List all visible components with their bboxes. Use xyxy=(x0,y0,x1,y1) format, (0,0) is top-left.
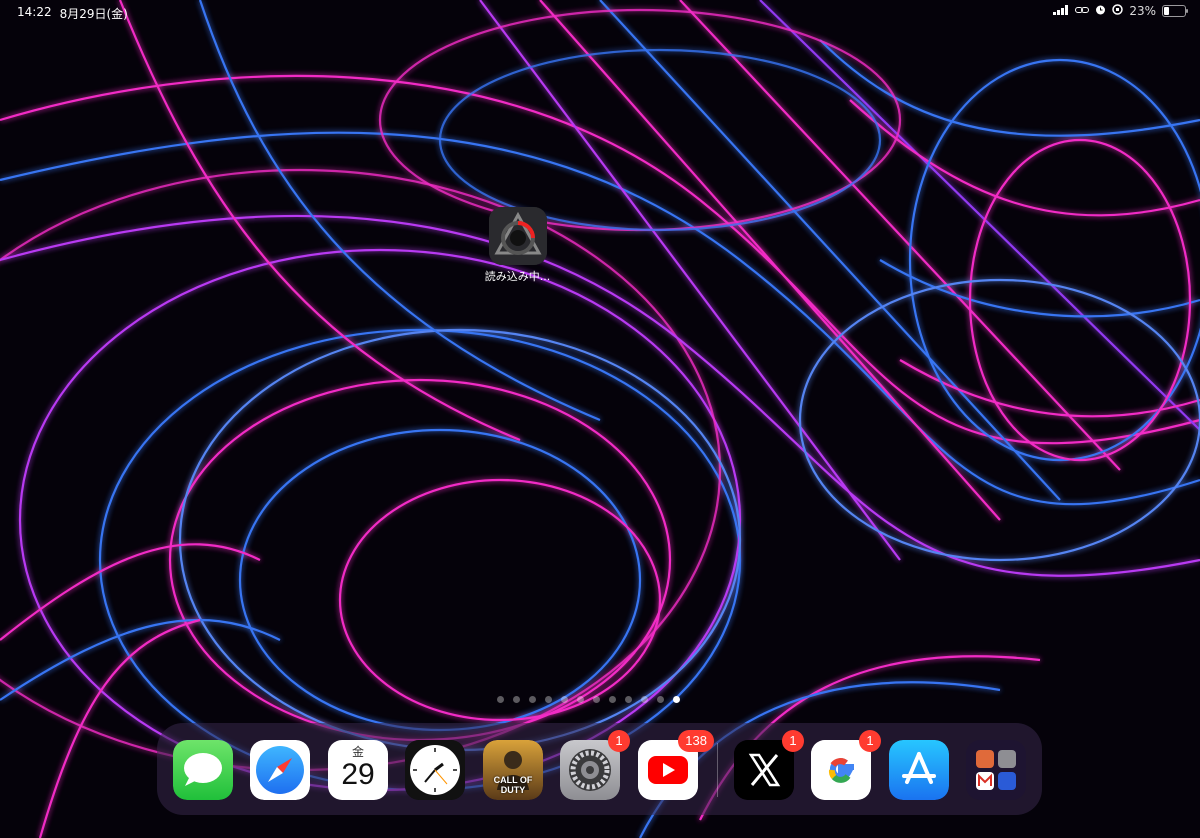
page-dot[interactable] xyxy=(657,696,664,703)
battery-percent: 23% xyxy=(1129,4,1156,18)
link-icon xyxy=(1075,4,1090,18)
call-of-duty-label: CALL OF DUTY xyxy=(493,775,533,795)
app-library-app[interactable] xyxy=(966,740,1026,800)
alarm-icon xyxy=(1095,4,1106,18)
safari-compass-icon xyxy=(250,740,310,800)
page-dot[interactable] xyxy=(513,696,520,703)
page-dot[interactable] xyxy=(641,696,648,703)
dock: 金 29 CALL OF DUTY 1 138 1 1 xyxy=(157,723,1042,815)
loading-app[interactable]: 読み込み中... xyxy=(480,207,555,284)
youtube-badge: 138 xyxy=(678,730,714,752)
clock-app[interactable] xyxy=(405,740,465,800)
page-dot[interactable] xyxy=(625,696,632,703)
cellular-signal-icon xyxy=(1053,4,1069,18)
page-dot[interactable] xyxy=(577,696,584,703)
clock-icon xyxy=(405,740,465,800)
call-of-duty-app[interactable]: CALL OF DUTY xyxy=(483,740,543,800)
messages-icon xyxy=(173,740,233,800)
page-dot[interactable] xyxy=(609,696,616,703)
settings-app[interactable]: 1 xyxy=(560,730,630,800)
game-download-icon xyxy=(488,207,547,265)
x-app[interactable]: 1 xyxy=(734,730,804,800)
status-time: 14:22 xyxy=(17,5,52,19)
page-indicator[interactable] xyxy=(497,696,680,703)
dock-divider xyxy=(717,743,718,797)
status-bar: 14:22 8月29日(金) 23% xyxy=(0,0,1200,24)
page-dot[interactable] xyxy=(673,696,680,703)
page-dot[interactable] xyxy=(497,696,504,703)
page-dot[interactable] xyxy=(529,696,536,703)
google-badge: 1 xyxy=(859,730,881,752)
google-app[interactable]: 1 xyxy=(811,730,881,800)
loading-app-label: 読み込み中... xyxy=(484,270,551,283)
messages-app[interactable] xyxy=(173,740,233,800)
youtube-app[interactable]: 138 xyxy=(638,730,714,800)
neon-wallpaper xyxy=(0,0,1200,838)
status-date: 8月29日(金) xyxy=(59,7,128,21)
battery-icon xyxy=(1162,5,1188,17)
orientation-lock-icon xyxy=(1112,4,1124,18)
safari-app[interactable] xyxy=(250,740,310,800)
page-dot[interactable] xyxy=(561,696,568,703)
x-badge: 1 xyxy=(782,730,804,752)
calendar-app[interactable]: 金 29 xyxy=(328,740,388,800)
page-dot[interactable] xyxy=(593,696,600,703)
calendar-icon: 金 29 xyxy=(328,740,388,800)
calendar-date: 29 xyxy=(341,758,375,791)
page-dot[interactable] xyxy=(545,696,552,703)
settings-badge: 1 xyxy=(608,730,630,752)
app-store-icon xyxy=(889,740,949,800)
app-store-app[interactable] xyxy=(889,740,949,800)
app-library-icon xyxy=(976,750,1016,790)
